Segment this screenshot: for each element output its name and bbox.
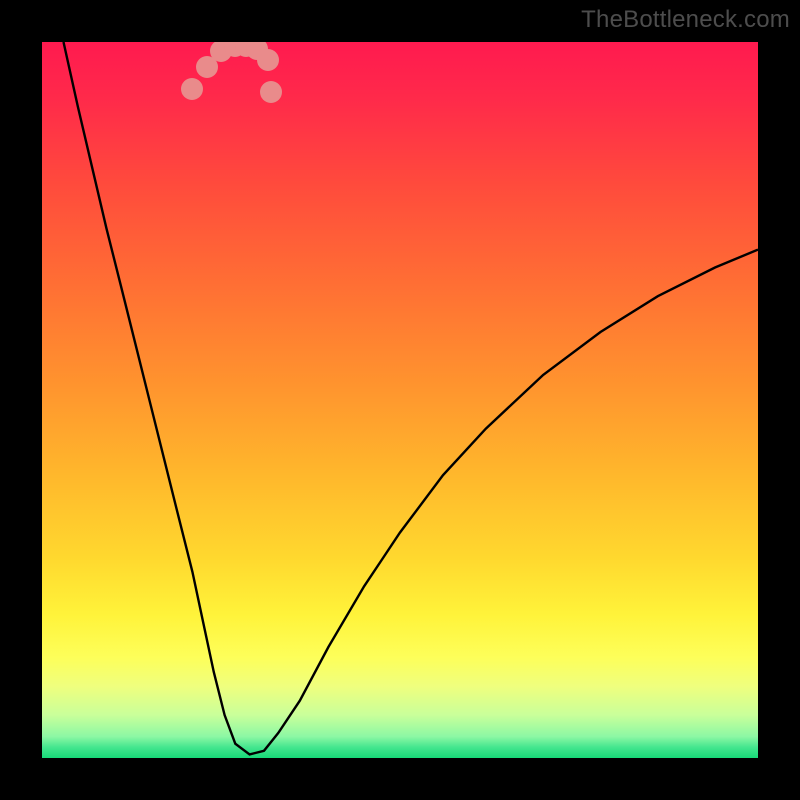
marker-dot xyxy=(181,78,203,100)
watermark: TheBottleneck.com xyxy=(581,6,790,34)
plot-area xyxy=(42,42,758,758)
marker-dot xyxy=(257,49,279,71)
marker-dots-group xyxy=(42,42,758,758)
marker-dot xyxy=(260,81,282,103)
chart-frame: TheBottleneck.com xyxy=(0,0,800,800)
